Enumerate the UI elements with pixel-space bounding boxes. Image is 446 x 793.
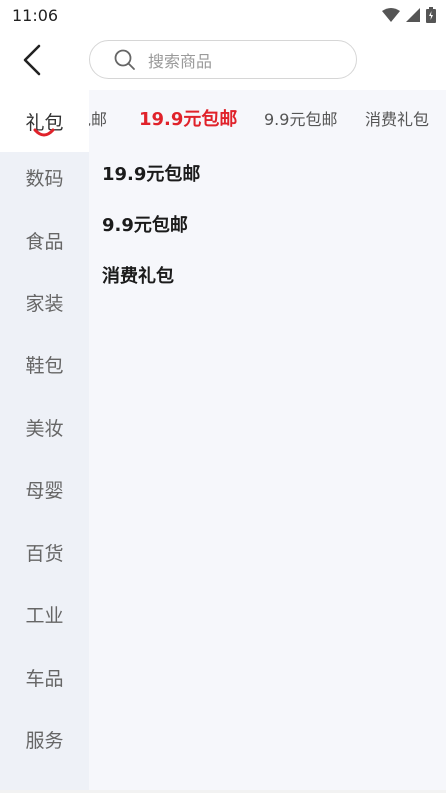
sidebar-item-fuwu[interactable]: 服务 [0, 708, 89, 770]
category-sidebar: 礼包 数码 食品 家装 鞋包 美妆 母婴 百货 工业 车品 服务 [0, 90, 89, 793]
tab-9-9-baoyou[interactable]: 9.9元包邮 [264, 106, 337, 130]
sidebar-item-xiebao[interactable]: 鞋包 [0, 333, 89, 395]
status-bar: 11:06 [0, 0, 446, 30]
list-item[interactable]: 19.9元包邮 [102, 160, 200, 186]
list-item[interactable]: 消费礼包 [102, 262, 174, 288]
back-button[interactable] [12, 40, 52, 80]
sidebar-item-shipin[interactable]: 食品 [0, 209, 89, 271]
sidebar-item-jiazhuang[interactable]: 家装 [0, 271, 89, 333]
sub-category-tabs: 包邮 19.9元包邮 9.9元包邮 消费礼包 [89, 90, 446, 146]
sidebar-item-label: 鞋包 [25, 354, 64, 377]
status-icons [382, 7, 436, 23]
sidebar-item-meizhuang[interactable]: 美妆 [0, 396, 89, 458]
sidebar-item-gongye[interactable]: 工业 [0, 583, 89, 645]
sidebar-item-label: 百货 [25, 542, 64, 565]
sidebar-item-label: 车品 [25, 667, 64, 690]
search-placeholder: 搜索商品 [148, 51, 213, 71]
chevron-left-icon [23, 44, 41, 76]
sidebar-item-chepin[interactable]: 车品 [0, 646, 89, 708]
sidebar-item-label: 数码 [25, 167, 64, 190]
tab-baoyou[interactable]: 包邮 [89, 106, 107, 130]
content-area: 包邮 19.9元包邮 9.9元包邮 消费礼包 19.9元包邮 9.9元包邮 消费… [89, 90, 446, 793]
sidebar-item-shuma[interactable]: 数码 [0, 146, 89, 208]
sidebar-item-label: 家装 [25, 292, 64, 315]
sidebar-item-muying[interactable]: 母婴 [0, 458, 89, 520]
list-item[interactable]: 9.9元包邮 [102, 211, 188, 237]
sidebar-item-label: 食品 [25, 230, 64, 253]
signal-icon [406, 8, 420, 22]
sidebar-item-label: 美妆 [25, 417, 64, 440]
sidebar-item-baihuo[interactable]: 百货 [0, 521, 89, 583]
search-input[interactable]: 搜索商品 [89, 40, 357, 79]
sidebar-item-libao[interactable]: 礼包 [0, 90, 89, 152]
active-indicator-icon [33, 128, 55, 137]
wifi-icon [382, 8, 400, 22]
battery-icon [426, 7, 436, 23]
tab-19-9-baoyou[interactable]: 19.9元包邮 [139, 105, 237, 131]
tab-xiaofei-libao[interactable]: 消费礼包 [365, 106, 429, 130]
search-icon [114, 49, 135, 70]
sidebar-item-label: 母婴 [25, 479, 64, 502]
status-time: 11:06 [12, 5, 59, 25]
sidebar-item-label: 工业 [25, 604, 64, 627]
header: 搜索商品 [0, 30, 446, 90]
sidebar-item-label: 服务 [25, 729, 64, 752]
